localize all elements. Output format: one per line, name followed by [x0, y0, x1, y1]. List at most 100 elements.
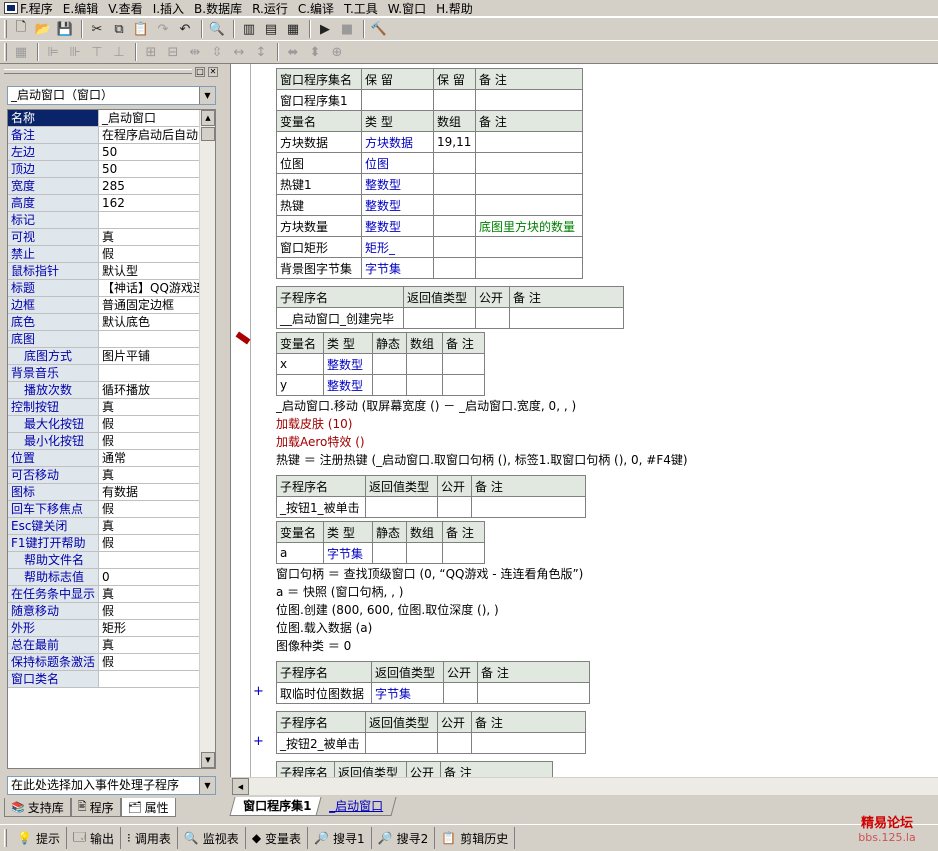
- table-cell[interactable]: 整数型: [323, 353, 373, 375]
- property-value[interactable]: 假: [99, 654, 215, 670]
- tab-support-library[interactable]: 📚 支持库: [4, 798, 71, 817]
- property-value[interactable]: [99, 365, 215, 381]
- code-line[interactable]: a ＝ 快照 (窗口句柄, , ): [276, 584, 403, 600]
- property-value[interactable]: 在程序启动后自动: [99, 127, 215, 143]
- table-cell[interactable]: 整数型: [361, 215, 434, 237]
- property-row[interactable]: 图标 有数据: [8, 484, 215, 501]
- table-cell[interactable]: [372, 542, 407, 564]
- table-cell[interactable]: x: [276, 353, 324, 375]
- menu-window[interactable]: W.窗口: [388, 0, 426, 17]
- property-row[interactable]: Esc键关闭真: [8, 518, 215, 535]
- property-row[interactable]: 鼠标指针 默认型: [8, 263, 215, 280]
- scroll-up-icon[interactable]: ▲: [201, 110, 215, 126]
- table-cell[interactable]: 背景图字节集: [276, 257, 362, 279]
- code-line[interactable]: 位图.载入数据 (a): [276, 620, 372, 636]
- table-cell[interactable]: [406, 542, 443, 564]
- property-row[interactable]: 标题 【神话】QQ游戏连: [8, 280, 215, 297]
- table-cell[interactable]: [433, 236, 476, 258]
- undo-icon[interactable]: ↶: [175, 19, 195, 39]
- same-width-icon[interactable]: ↔: [229, 42, 249, 62]
- tab-start-window[interactable]: _启动窗口: [315, 797, 397, 816]
- sub-return-type[interactable]: 字节集: [371, 682, 444, 704]
- property-row[interactable]: 控制按钮真: [8, 399, 215, 416]
- property-value[interactable]: 假: [99, 416, 215, 432]
- toolbar-grip[interactable]: [4, 43, 7, 61]
- property-value[interactable]: 真: [99, 586, 215, 602]
- table-cell[interactable]: [406, 353, 443, 375]
- panel-close-icon[interactable]: ✕: [208, 67, 218, 77]
- table-cell[interactable]: y: [276, 374, 324, 396]
- table-cell[interactable]: [433, 194, 476, 216]
- stop-icon[interactable]: ■: [337, 19, 357, 39]
- property-row[interactable]: 随意移动假: [8, 603, 215, 620]
- menu-compile[interactable]: C.编译: [298, 0, 334, 17]
- table-cell[interactable]: [433, 215, 476, 237]
- sub-name[interactable]: _按钮2_被单击: [276, 732, 366, 754]
- expand-icon[interactable]: +: [253, 684, 264, 699]
- property-value[interactable]: 0: [99, 569, 215, 585]
- table-row[interactable]: 方块数据 方块数据 19,11: [276, 131, 583, 153]
- paste-icon[interactable]: 📋: [131, 19, 151, 39]
- tab-variables[interactable]: ◆ 变量表: [246, 827, 309, 849]
- table-cell[interactable]: 整数型: [361, 194, 434, 216]
- menu-file[interactable]: F.程序: [20, 0, 53, 17]
- property-value[interactable]: [99, 552, 215, 568]
- center-h-icon[interactable]: ⊞: [141, 42, 161, 62]
- property-row[interactable]: 名称 _启动窗口: [8, 110, 215, 127]
- code-line[interactable]: 图像种类 ＝ 0: [276, 638, 351, 654]
- property-value[interactable]: _启动窗口: [99, 110, 215, 126]
- assembly-name[interactable]: 窗口程序集1: [276, 89, 362, 111]
- table-row[interactable]: 热键 整数型: [276, 194, 583, 216]
- layout-1-icon[interactable]: ▥: [239, 19, 259, 39]
- property-value[interactable]: 普通固定边框: [99, 297, 215, 313]
- align-bottom-icon[interactable]: ⊥: [109, 42, 129, 62]
- run-icon[interactable]: ▶: [315, 19, 335, 39]
- chevron-down-icon[interactable]: ▼: [199, 87, 215, 104]
- property-row[interactable]: 禁止假: [8, 246, 215, 263]
- property-value[interactable]: 图片平铺: [99, 348, 215, 364]
- menu-edit[interactable]: E.编辑: [63, 0, 98, 17]
- open-folder-icon[interactable]: 📂: [33, 19, 53, 39]
- layout-2-icon[interactable]: ▤: [261, 19, 281, 39]
- property-value[interactable]: 50: [99, 144, 215, 160]
- property-value[interactable]: 有数据: [99, 484, 215, 500]
- property-value[interactable]: 真: [99, 399, 215, 415]
- property-row[interactable]: 回车下移焦点假: [8, 501, 215, 518]
- space-v-icon[interactable]: ⇳: [207, 42, 227, 62]
- horizontal-scrollbar[interactable]: ◀: [232, 778, 938, 795]
- property-row[interactable]: 在任务条中显示真: [8, 586, 215, 603]
- table-cell[interactable]: [433, 173, 476, 195]
- property-row[interactable]: 帮助标志值 0: [8, 569, 215, 586]
- table-cell[interactable]: [406, 374, 443, 396]
- tab-properties[interactable]: 🗂 属性: [120, 798, 176, 817]
- table-cell[interactable]: [475, 257, 583, 279]
- property-value[interactable]: 假: [99, 501, 215, 517]
- tab-call-table[interactable]: ⁝ 调用表: [121, 827, 178, 849]
- menu-run[interactable]: R.运行: [252, 0, 288, 17]
- table-cell[interactable]: 位图: [276, 152, 362, 174]
- property-row[interactable]: 可视真: [8, 229, 215, 246]
- align-left-icon[interactable]: ⊫: [43, 42, 63, 62]
- property-row[interactable]: F1键打开帮助假: [8, 535, 215, 552]
- table-cell[interactable]: [475, 173, 583, 195]
- table-cell[interactable]: 字节集: [361, 257, 434, 279]
- code-line[interactable]: _启动窗口.移动 (取屏幕宽度 () － _启动窗口.宽度, 0, , ): [276, 398, 576, 414]
- property-row[interactable]: 最大化按钮假: [8, 416, 215, 433]
- property-value[interactable]: 真: [99, 229, 215, 245]
- code-line[interactable]: 窗口句柄 ＝ 查找顶级窗口 (0, “QQ游戏 - 连连看角色版”): [276, 566, 583, 582]
- table-cell[interactable]: [433, 257, 476, 279]
- property-row[interactable]: 顶边 50: [8, 161, 215, 178]
- table-cell[interactable]: 方块数据: [276, 131, 362, 153]
- scroll-down-icon[interactable]: ▼: [201, 752, 215, 768]
- property-value[interactable]: 真: [99, 637, 215, 653]
- property-row[interactable]: 备注 在程序启动后自动: [8, 127, 215, 144]
- table-row[interactable]: 热键1 整数型: [276, 173, 583, 195]
- app-icon[interactable]: [4, 2, 18, 14]
- same-height-icon[interactable]: ↕: [251, 42, 271, 62]
- tab-hint[interactable]: 💡 提示: [11, 827, 67, 849]
- property-value[interactable]: [99, 331, 215, 347]
- tab-clip-history[interactable]: 📋 剪辑历史: [435, 827, 516, 849]
- expand-icon[interactable]: +: [253, 734, 264, 749]
- sub-name[interactable]: _按钮1_被单击: [276, 496, 366, 518]
- space-h-icon[interactable]: ⇹: [185, 42, 205, 62]
